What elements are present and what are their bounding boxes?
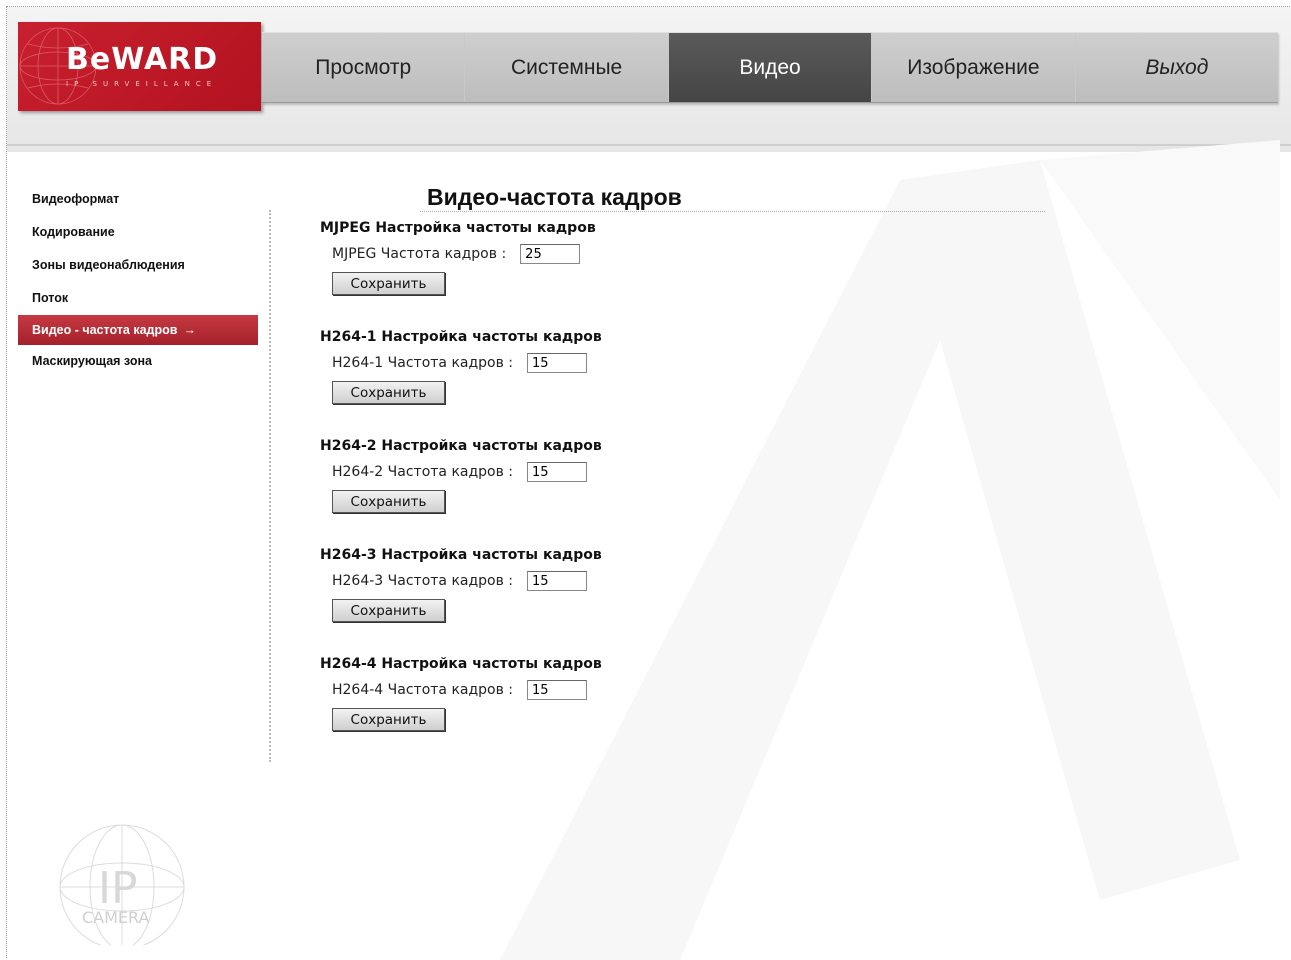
field-label: H264-2 Частота кадров : [332, 464, 514, 480]
field-label: H264-3 Частота кадров : [332, 573, 514, 589]
tab-video[interactable]: Видео [668, 33, 873, 102]
section-title: H264-3 Настройка частоты кадров [320, 547, 602, 563]
save-button[interactable]: Сохранить [332, 381, 445, 404]
section-mjpeg: MJPEG Настройка частоты кадров MJPEG Час… [320, 220, 720, 295]
tab-system[interactable]: Системные [465, 33, 669, 102]
sidebar-item-label: Видео - частота кадров [32, 323, 178, 337]
sidebar-item-label: Зоны видеонаблюдения [32, 258, 185, 272]
page-title: Видео-частота кадров [427, 184, 682, 210]
ip-camera-line2: CAMERA [82, 908, 150, 927]
sidebar-item-label: Кодирование [32, 225, 115, 239]
tab-preview[interactable]: Просмотр [262, 33, 466, 102]
field-row: H264-2 Частота кадров : [332, 462, 720, 482]
main-nav: Просмотр Системные Видео Изображение Вых… [262, 32, 1278, 103]
h264-1-frame-rate-input[interactable] [527, 353, 588, 373]
mjpeg-frame-rate-input[interactable] [520, 244, 581, 264]
field-row: H264-4 Частота кадров : [332, 680, 720, 700]
h264-3-frame-rate-input[interactable] [527, 571, 588, 591]
section-title: H264-2 Настройка частоты кадров [320, 438, 602, 454]
sidebar-item-privacy-mask[interactable]: Маскирующая зона [18, 345, 258, 378]
sidebar-item-stream[interactable]: Поток [18, 282, 258, 315]
field-label: H264-1 Частота кадров : [332, 355, 514, 371]
sidebar: Видеоформат Кодирование Зоны видеонаблюд… [18, 183, 258, 378]
sidebar-item-label: Маскирующая зона [32, 354, 152, 368]
field-label: MJPEG Частота кадров : [332, 246, 507, 262]
ip-camera-line1: IP [98, 863, 138, 914]
save-button[interactable]: Сохранить [332, 599, 445, 622]
save-button[interactable]: Сохранить [332, 708, 445, 731]
sidebar-divider [269, 210, 271, 762]
section-title: MJPEG Настройка частоты кадров [320, 220, 596, 236]
section-h264-1: H264-1 Настройка частоты кадров H264-1 Ч… [320, 329, 720, 404]
tab-logout[interactable]: Выход [1076, 33, 1278, 102]
field-row: MJPEG Частота кадров : [332, 244, 720, 264]
sidebar-item-label: Поток [32, 291, 69, 305]
brand-tagline: IP SURVEILLANCE [66, 80, 218, 88]
arrow-right-icon: → [183, 323, 196, 337]
ip-camera-logo: IP CAMERA [59, 824, 185, 945]
tab-image[interactable]: Изображение [872, 33, 1076, 102]
field-label: H264-4 Частота кадров : [332, 682, 514, 698]
field-row: H264-1 Частота кадров : [332, 353, 720, 373]
sidebar-item-surveillance-zones[interactable]: Зоны видеонаблюдения [18, 249, 258, 282]
h264-4-frame-rate-input[interactable] [527, 680, 588, 700]
brand-name: BeWARD [66, 42, 219, 77]
save-button[interactable]: Сохранить [332, 490, 445, 513]
section-title: H264-1 Настройка частоты кадров [320, 329, 602, 345]
title-divider [420, 211, 1045, 212]
section-h264-2: H264-2 Настройка частоты кадров H264-2 Ч… [320, 438, 720, 513]
section-h264-3: H264-3 Настройка частоты кадров H264-3 Ч… [320, 547, 720, 622]
h264-2-frame-rate-input[interactable] [527, 462, 588, 482]
sidebar-item-frame-rate[interactable]: Видео - частота кадров → [18, 315, 258, 345]
section-title: H264-4 Настройка частоты кадров [320, 656, 602, 672]
sidebar-item-video-format[interactable]: Видеоформат [18, 183, 258, 216]
section-h264-4: H264-4 Настройка частоты кадров H264-4 Ч… [320, 656, 720, 731]
sidebar-item-label: Видеоформат [32, 192, 120, 206]
sidebar-item-encoding[interactable]: Кодирование [18, 216, 258, 249]
field-row: H264-3 Частота кадров : [332, 571, 720, 591]
save-button[interactable]: Сохранить [332, 272, 445, 295]
brand-logo[interactable]: BeWARD IP SURVEILLANCE [18, 22, 261, 111]
